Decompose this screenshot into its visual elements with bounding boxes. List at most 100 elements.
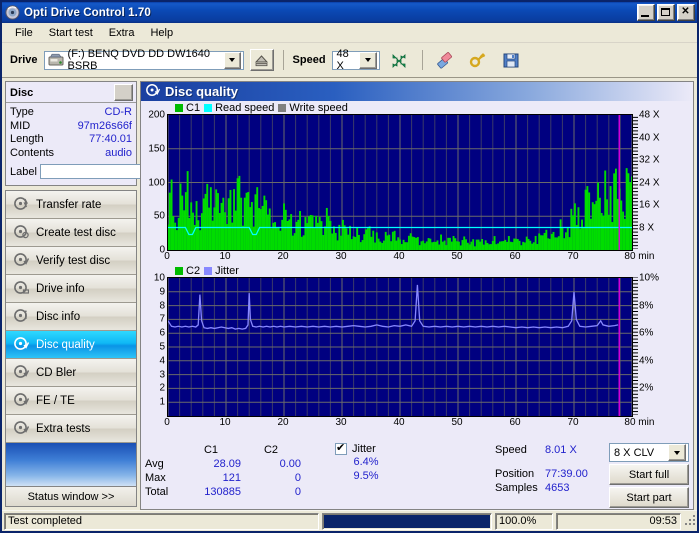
- sidebar-item-extra-tests[interactable]: Extra tests: [6, 415, 136, 443]
- disc-fete-icon: [14, 392, 30, 410]
- sidebar-filler: [5, 443, 137, 486]
- y-tick-label: 100: [148, 177, 165, 188]
- y2-tick-label: 16 X: [639, 199, 660, 211]
- minimize-button[interactable]: [637, 4, 655, 21]
- eject-button[interactable]: [249, 49, 274, 71]
- disc-label-row: Label: [10, 162, 242, 181]
- resize-grip-icon[interactable]: [684, 514, 695, 528]
- y2-tick-label: 32 X: [639, 154, 660, 166]
- run-value-samples: 4653: [545, 482, 570, 494]
- stats-row-total: Total 130885 0: [145, 485, 395, 499]
- disc-extra-icon: [14, 420, 30, 438]
- legend-swatch-c1: [175, 103, 183, 112]
- menu-extra[interactable]: Extra: [101, 25, 143, 41]
- error-statistics: C1 C2 Avg 28.09 0.00 Max 121 0 Total 130…: [145, 442, 395, 509]
- disc-key-length: Length: [10, 133, 44, 145]
- nav-list: Transfer rate Create test disc Verify te…: [5, 190, 137, 443]
- sidebar-label: Drive info: [36, 282, 85, 295]
- status-message: Test completed: [4, 512, 319, 530]
- sidebar-item-disc-quality[interactable]: Disc quality: [6, 331, 136, 359]
- menu-help[interactable]: Help: [142, 25, 181, 41]
- c1-plot-area[interactable]: [167, 114, 633, 251]
- statistics-area: C1 C2 Avg 28.09 0.00 Max 121 0 Total 130…: [141, 441, 693, 509]
- y-tick-label: 150: [148, 143, 165, 155]
- disc-quality-icon: [146, 83, 161, 100]
- legend-label-read-speed: Read speed: [215, 101, 275, 114]
- disc-label-key: Label: [10, 165, 37, 178]
- x-tick-label: 80 min: [624, 417, 655, 428]
- erase-button[interactable]: [431, 47, 459, 73]
- save-icon: [503, 53, 519, 68]
- disc-panel-button[interactable]: [114, 84, 133, 101]
- x-tick-label: 60: [509, 417, 521, 428]
- sidebar-item-verify-test-disc[interactable]: Verify test disc: [6, 247, 136, 275]
- y2-tick-label: 4%: [639, 355, 654, 367]
- stats-avg-c2: 0.00: [279, 458, 301, 470]
- y-tick-label: 7: [159, 313, 165, 325]
- status-window-button[interactable]: Status window >>: [5, 486, 137, 507]
- c1-x-axis: 0 10 20 30 40 50 60 70 80 min: [164, 251, 654, 264]
- disc-value-length: 77:40.01: [89, 133, 132, 145]
- legend-item-c2: C2: [175, 265, 200, 277]
- legend-item-c1: C1: [175, 102, 200, 114]
- chevron-down-icon[interactable]: [668, 444, 686, 461]
- stats-corner: [145, 443, 181, 457]
- main-panel: Disc quality C1 Read speed Write speed 0…: [140, 78, 697, 510]
- sidebar-label: CD Bler: [36, 366, 77, 379]
- run-row-samples: Samples 4653: [495, 481, 603, 495]
- disc-key-contents: Contents: [10, 146, 55, 159]
- jitter-checkbox[interactable]: [335, 442, 347, 455]
- disc-row-contents: Contents audio: [10, 147, 132, 161]
- sidebar-item-disc-info[interactable]: Disc info: [6, 303, 136, 331]
- y2-tick-label: 8%: [639, 300, 654, 312]
- drive-select[interactable]: (F:) BENQ DVD DD DW1640 BSRB: [43, 48, 244, 72]
- run-key-samples: Samples: [495, 482, 538, 494]
- menu-file[interactable]: File: [7, 25, 41, 41]
- disc-create-icon: [14, 224, 29, 242]
- eraser-icon: [437, 52, 453, 69]
- x-tick-label: 0: [164, 417, 170, 428]
- c2-plot-area[interactable]: [167, 277, 633, 417]
- eject-icon: [254, 54, 269, 66]
- speed-y-axis: 8 X 16 X 24 X 32 X 40 X 48 X: [633, 110, 673, 249]
- y-tick-label: 9: [159, 286, 165, 298]
- x-tick-label: 50: [451, 417, 463, 428]
- speed-select[interactable]: 48 X: [331, 48, 380, 72]
- c1-y-axis: 0 50 100 150 200: [141, 110, 167, 256]
- stats-max-c2: 0: [294, 472, 301, 484]
- legend-label-jitter: Jitter: [215, 264, 239, 277]
- x-tick-label: 30: [335, 251, 347, 262]
- clv-value: 8 X CLV: [614, 446, 655, 459]
- save-button[interactable]: [497, 47, 525, 73]
- window-controls: ✕: [637, 4, 695, 21]
- run-row-speed: Speed 8.01 X: [495, 443, 603, 457]
- disc-quality-panel: Disc quality C1 Read speed Write speed 0…: [140, 81, 694, 510]
- disc-info-icon: [14, 308, 29, 326]
- write-speed-select[interactable]: 8 X CLV: [609, 443, 689, 462]
- c2-x-axis: 0 10 20 30 40 50 60 70 80 min: [164, 417, 654, 430]
- sidebar-item-drive-info[interactable]: Drive info: [6, 275, 136, 303]
- close-button[interactable]: ✕: [677, 4, 695, 21]
- disc-bler-icon: [14, 364, 30, 382]
- jitter-max-value: 9.5%: [353, 470, 379, 482]
- menu-start-test[interactable]: Start test: [41, 25, 101, 41]
- chevron-down-icon[interactable]: [224, 51, 241, 69]
- speed-label: Speed: [292, 54, 326, 66]
- start-full-button[interactable]: Start full: [609, 464, 689, 485]
- app-window: Opti Drive Control 1.70 ✕ File Start tes…: [0, 0, 699, 533]
- refresh-button[interactable]: [385, 47, 413, 73]
- elapsed-time: 09:53: [556, 512, 681, 530]
- maximize-button[interactable]: [657, 4, 675, 21]
- sidebar-item-transfer-rate[interactable]: Transfer rate: [6, 191, 136, 219]
- key-button[interactable]: [464, 47, 492, 73]
- start-part-button[interactable]: Start part: [609, 487, 689, 508]
- jitter-checkbox-row[interactable]: Jitter: [335, 442, 445, 455]
- x-tick-label: 30: [335, 417, 347, 428]
- toolbar-separator: [421, 50, 423, 70]
- c1-speed-chart: C1 Read speed Write speed 0 50 100 150 2…: [141, 101, 693, 264]
- chevron-down-icon[interactable]: [358, 51, 377, 69]
- sidebar-item-cd-bler[interactable]: CD Bler: [6, 359, 136, 387]
- y-tick-label: 50: [153, 210, 165, 222]
- sidebar-item-fe-te[interactable]: FE / TE: [6, 387, 136, 415]
- sidebar-item-create-test-disc[interactable]: Create test disc: [6, 219, 136, 247]
